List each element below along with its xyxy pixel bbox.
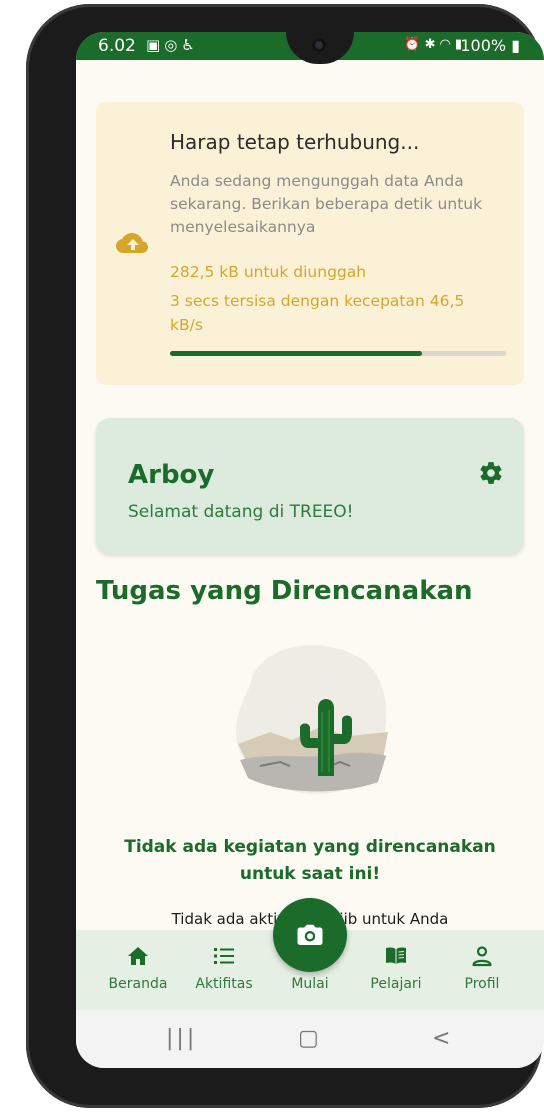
upload-size: 282,5 kB untuk diunggah [170,263,367,281]
recent-apps-icon[interactable]: ||| [166,1026,197,1051]
system-navigation-bar: ||| ▢ < [76,1010,544,1068]
wifi-icon: ◠ [439,37,455,52]
upload-description: Anda sedang mengunggah data Anda sekaran… [170,172,483,236]
section-title: Tugas yang Direncanakan [96,576,473,606]
battery-indicator: 100% ▮ [460,36,520,55]
notification-icons: ▣◎♿ [146,36,199,54]
upload-progress-fill [170,351,422,356]
back-icon[interactable]: < [432,1026,450,1051]
nav-activities[interactable]: Aktifitas [184,944,264,992]
whatsapp-icon: ◎ [164,36,182,54]
person-icon [472,946,492,967]
battery-text: 100% [460,36,507,55]
cactus-illustration [235,645,388,794]
list-icon [214,948,234,964]
welcome-message: Selamat datang di TREEO! [128,502,354,522]
empty-state-title: Tidak ada kegiatan yang direncanakan unt… [124,837,496,884]
status-time: 6.02 [98,36,136,56]
home-icon [128,947,148,965]
user-name: Arboy [128,460,215,490]
app-screen: 6.02 ▣◎♿ ⏰✱◠▮ 100% ▮ Harap tetap terhubu… [76,32,544,1068]
accessibility-icon: ♿ [181,36,199,54]
upload-title: Harap tetap terhubung... [170,130,420,154]
nav-label-profile: Profil [464,976,500,992]
bluetooth-icon: ✱ [424,37,440,52]
nav-learn[interactable]: Pelajari [356,944,436,992]
book-icon [386,947,406,964]
nav-label-learn: Pelajari [370,976,422,992]
camera-icon [297,924,323,945]
gallery-icon: ▣ [146,36,165,54]
nav-label-start: Mulai [291,976,329,992]
welcome-card: Arboy Selamat datang di TREEO! [96,418,524,554]
cloud-upload-icon [116,233,148,253]
system-icons: ⏰✱◠▮ [404,37,466,52]
gear-icon[interactable] [478,460,504,486]
upload-status-card: Harap tetap terhubung... Anda sedang men… [96,102,524,385]
nav-home[interactable]: Beranda [98,944,178,992]
alarm-icon: ⏰ [404,37,425,52]
front-camera [312,38,326,52]
battery-icon: ▮ [506,36,520,55]
nav-label-activities: Aktifitas [195,976,253,992]
upload-progress-bar [170,351,506,356]
upload-eta: 3 secs tersisa dengan kecepatan 46,5 kB/… [170,292,465,334]
nav-profile[interactable]: Profil [442,944,522,992]
camera-button[interactable] [273,898,347,972]
phone-frame: 6.02 ▣◎♿ ⏰✱◠▮ 100% ▮ Harap tetap terhubu… [26,4,544,1108]
home-system-icon[interactable]: ▢ [298,1026,319,1051]
nav-label-home: Beranda [108,976,168,992]
